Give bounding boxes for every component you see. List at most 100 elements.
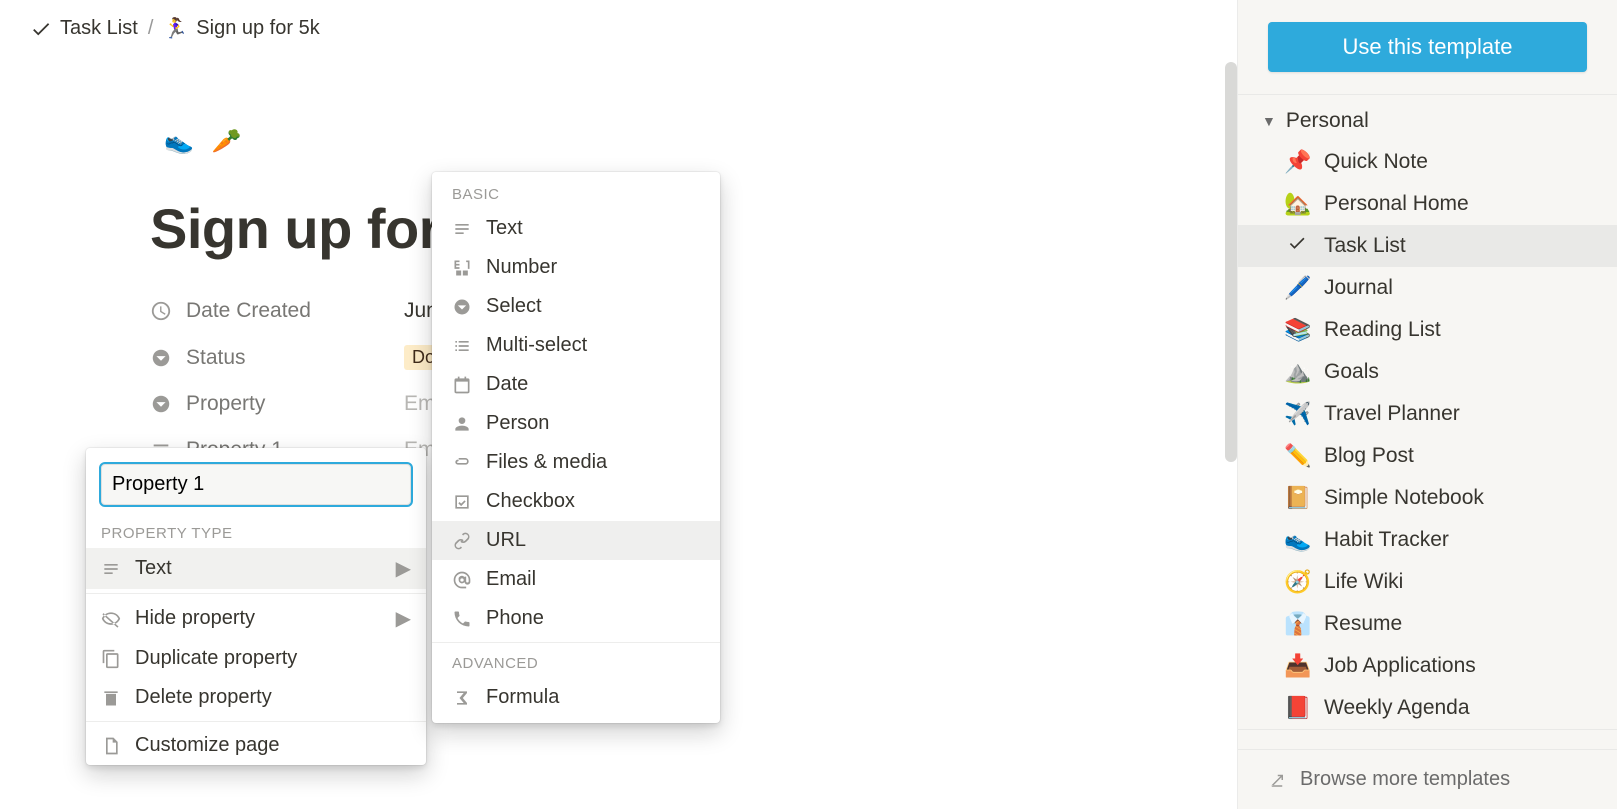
type-option-label: Files & media [486, 451, 607, 474]
type-option-checkbox[interactable]: Checkbox [432, 482, 720, 521]
duplicate-icon [101, 649, 121, 669]
template-icon: 📚 [1284, 317, 1310, 343]
sidebar-item-label: Habit Tracker [1324, 528, 1449, 552]
type-option-multi-select[interactable]: Multi-select [432, 326, 720, 365]
sidebar-section-personal[interactable]: ▼ Personal [1238, 95, 1617, 141]
sidebar-item-travel-planner[interactable]: ✈️Travel Planner [1238, 393, 1617, 435]
sidebar-item-personal-home[interactable]: 🏡 Personal Home [1238, 183, 1617, 225]
sidebar-item-simple-notebook[interactable]: 📔Simple Notebook [1238, 477, 1617, 519]
type-option-label: Select [486, 295, 542, 318]
phone-icon [452, 609, 472, 629]
sidebar-item-label: Goals [1324, 360, 1379, 384]
type-option-date[interactable]: Date [432, 365, 720, 404]
sidebar-item-label: Task List [1324, 234, 1406, 258]
sidebar-item-task-list[interactable]: Task List [1238, 225, 1617, 267]
breadcrumb-page[interactable]: 🏃‍♀️ Sign up for 5k [163, 16, 319, 41]
checkbox-icon [452, 492, 472, 512]
property-type-selector[interactable]: Text ▶ [86, 548, 426, 589]
delete-property-action[interactable]: Delete property [86, 678, 426, 717]
sidebar-item-weekly-agenda[interactable]: 📕 Weekly Agenda [1238, 687, 1617, 729]
type-option-phone[interactable]: Phone [432, 599, 720, 638]
template-icon: 🧭 [1284, 569, 1310, 595]
breadcrumb-page-label: Sign up for 5k [196, 17, 319, 40]
duplicate-property-action[interactable]: Duplicate property [86, 639, 426, 678]
date-icon [452, 375, 472, 395]
divider [1238, 729, 1617, 730]
breadcrumb-separator: / [148, 17, 154, 40]
trash-icon [101, 688, 121, 708]
type-option-label: Phone [486, 607, 544, 630]
templates-sidebar: Use this template ▼ Personal 📌Quick Note… [1237, 0, 1617, 809]
sidebar-section-label: Personal [1286, 109, 1369, 133]
action-label: Duplicate property [135, 647, 297, 670]
breadcrumb-parent-label: Task List [60, 17, 138, 40]
action-label: Hide property [135, 607, 255, 630]
sidebar-item-goals[interactable]: ⛰️ Goals [1238, 351, 1617, 393]
template-icon: 🏡 [1284, 191, 1310, 217]
sidebar-item-reading-list[interactable]: 📚Reading List [1238, 309, 1617, 351]
type-option-select[interactable]: Select [432, 287, 720, 326]
type-option-label: Multi-select [486, 334, 587, 357]
scrollbar[interactable] [1225, 62, 1237, 462]
sidebar-item-life-wiki[interactable]: 🧭Life Wiki [1238, 561, 1617, 603]
property-label: Property [186, 392, 265, 416]
shoe-icon: 👟 [164, 127, 194, 156]
sidebar-template-list: 📌Quick Note 🏡 Personal Home Task List 🖊️Jour… [1238, 141, 1617, 729]
type-option-formula[interactable]: Formula [432, 678, 720, 717]
property-type-section-label: PROPERTY TYPE [86, 517, 426, 548]
template-icon: 🖊️ [1284, 275, 1310, 301]
sidebar-item-resume[interactable]: 👔Resume [1238, 603, 1617, 645]
type-option-label: Person [486, 412, 549, 435]
property-label: Date Created [186, 299, 311, 323]
type-option-files-media[interactable]: Files & media [432, 443, 720, 482]
use-template-button[interactable]: Use this template [1268, 22, 1587, 72]
basic-section-label: BASIC [432, 178, 720, 209]
sidebar-item-habit-tracker[interactable]: 👟Habit Tracker [1238, 519, 1617, 561]
action-label: Delete property [135, 686, 272, 709]
hide-property-action[interactable]: Hide property ▶ [86, 598, 426, 639]
breadcrumb: Task List / 🏃‍♀️ Sign up for 5k [0, 0, 1237, 57]
sidebar-item-label: Personal Home [1324, 192, 1469, 216]
sidebar-item-label: Resume [1324, 612, 1402, 636]
sidebar-item-label: Weekly Agenda [1324, 696, 1470, 720]
property-type-menu: BASIC TextNumber Select Multi-select Date Pe… [432, 172, 720, 723]
template-icon: ✈️ [1284, 401, 1310, 427]
sidebar-item-quick-note[interactable]: 📌Quick Note [1238, 141, 1617, 183]
type-option-label: URL [486, 529, 526, 552]
eye-off-icon [101, 609, 121, 629]
page-icons: 👟 🥕 [164, 127, 1237, 156]
chevron-right-icon: ▶ [396, 606, 411, 631]
type-option-url[interactable]: URL [432, 521, 720, 560]
clock-icon [150, 300, 172, 322]
type-option-person[interactable]: Person [432, 404, 720, 443]
breadcrumb-parent[interactable]: Task List [30, 17, 138, 40]
customize-page-action[interactable]: Customize page [86, 726, 426, 765]
template-icon: ⛰️ [1284, 359, 1310, 385]
number-icon [452, 258, 472, 278]
template-icon: 📕 [1284, 695, 1310, 721]
arrow-out-icon [1268, 771, 1286, 789]
template-icon: 📥 [1284, 653, 1310, 679]
type-option-number[interactable]: Number [432, 248, 720, 287]
divider [432, 642, 720, 643]
browse-label: Browse more templates [1300, 768, 1510, 791]
type-option-text[interactable]: Text [432, 209, 720, 248]
type-option-label: Email [486, 568, 536, 591]
sidebar-item-journal[interactable]: 🖊️Journal [1238, 267, 1617, 309]
action-label: Customize page [135, 734, 280, 757]
template-icon: 📌 [1284, 149, 1310, 175]
type-option-label: Checkbox [486, 490, 575, 513]
type-option-label: Formula [486, 686, 559, 709]
property-name-input[interactable] [101, 464, 411, 505]
page-icon [101, 736, 121, 756]
type-option-label: Date [486, 373, 528, 396]
sidebar-item-label: Blog Post [1324, 444, 1414, 468]
sidebar-item-label: Job Applications [1324, 654, 1476, 678]
sidebar-item-blog-post[interactable]: ✏️Blog Post [1238, 435, 1617, 477]
select-icon [452, 297, 472, 317]
sidebar-item-job-applications[interactable]: 📥 Job Applications [1238, 645, 1617, 687]
browse-more-templates[interactable]: Browse more templates [1238, 749, 1617, 809]
divider [86, 593, 426, 594]
check-icon [30, 18, 52, 40]
type-option-email[interactable]: Email [432, 560, 720, 599]
